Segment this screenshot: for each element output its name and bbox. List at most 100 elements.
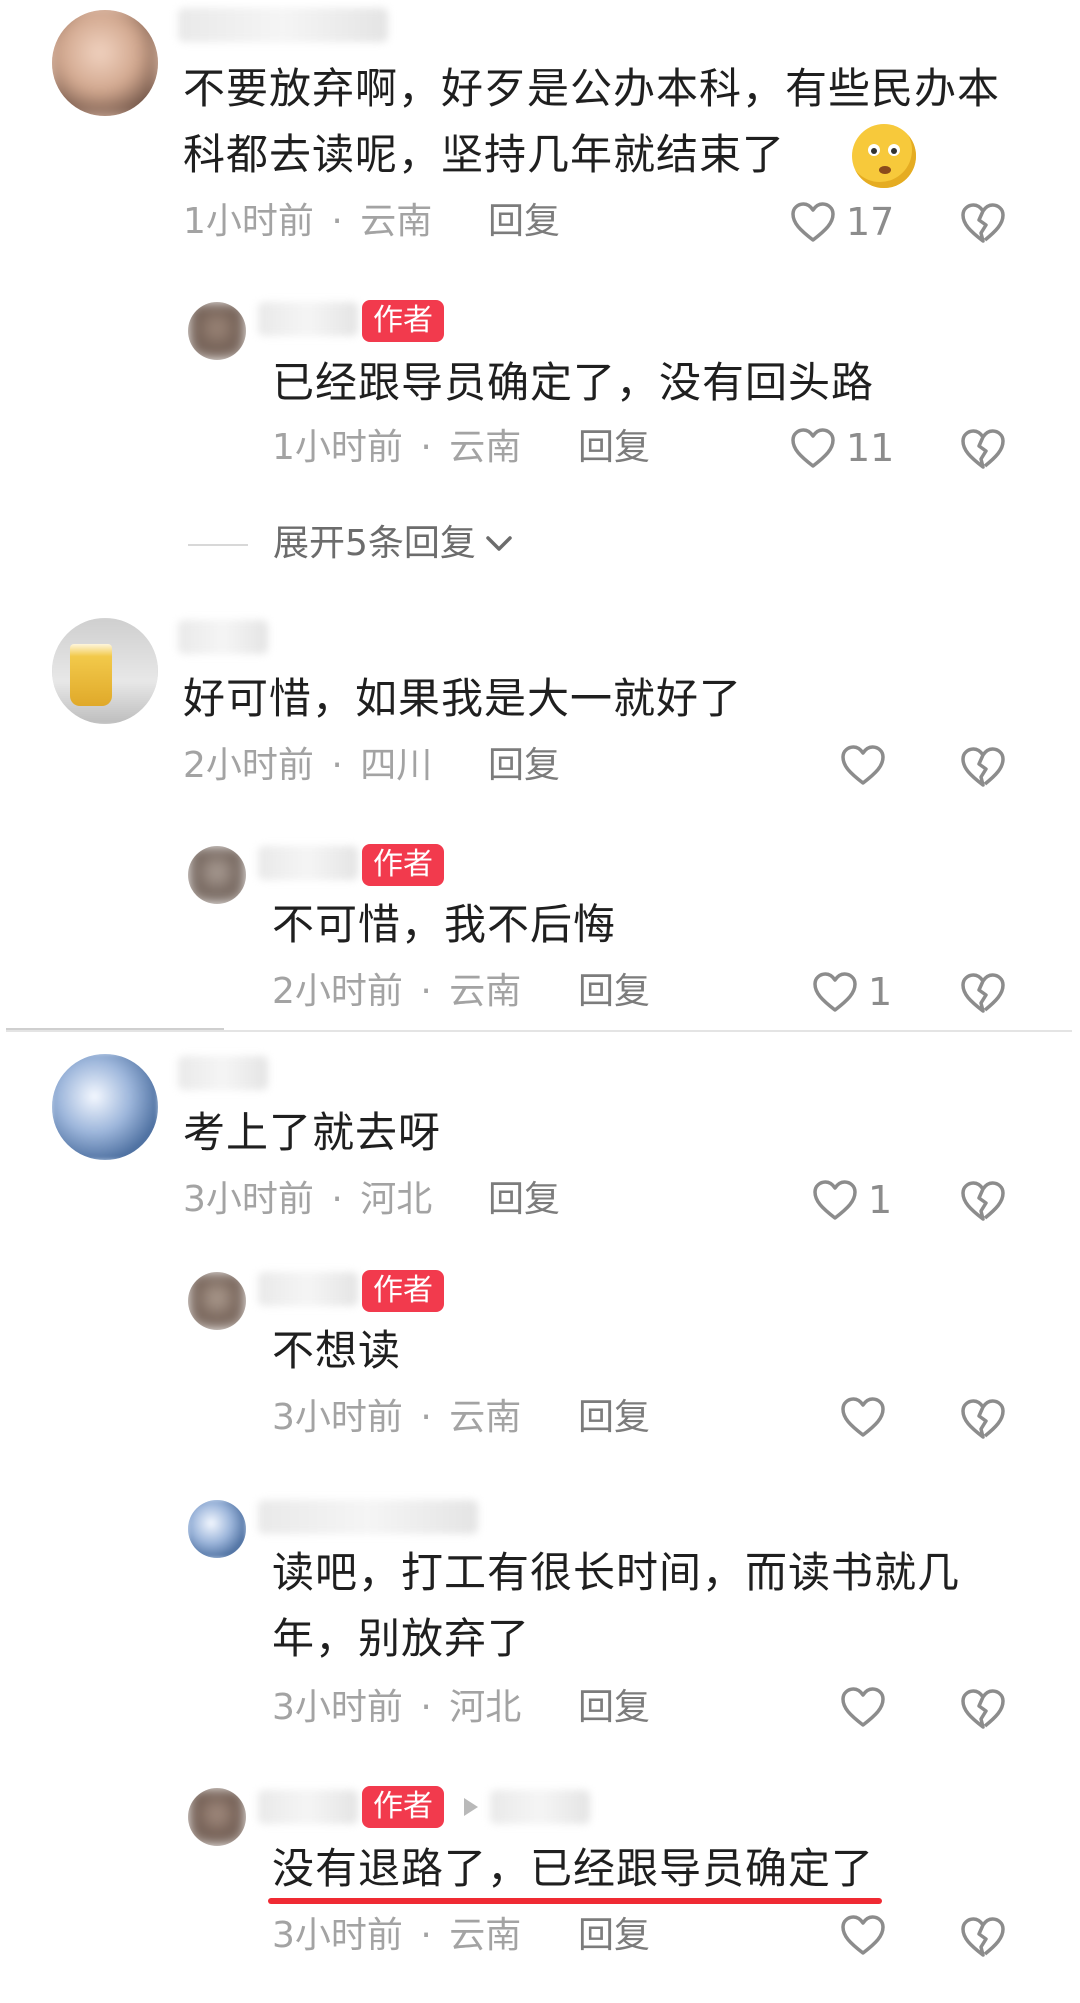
like-button[interactable]: 17 [790, 200, 894, 244]
meta-separator: · [420, 1687, 432, 1728]
username-blurred[interactable] [258, 1272, 358, 1306]
reply-button[interactable]: 回复 [578, 970, 650, 1014]
comment-location: 云南 [449, 1397, 522, 1438]
comment-meta: 1小时前 · 云南 [183, 200, 432, 244]
heart-outline-icon [813, 1180, 857, 1220]
comment-text: 好可惜，如果我是大一就好了 [183, 674, 743, 723]
meta-separator: · [420, 1915, 432, 1956]
meta-separator: · [331, 201, 343, 242]
reply-button[interactable]: 回复 [488, 744, 560, 788]
chevron-down-icon [486, 536, 512, 551]
broken-heart-icon[interactable] [960, 1398, 1006, 1440]
heart-outline-icon [813, 972, 857, 1012]
heart-outline-icon [791, 428, 835, 468]
like-button[interactable]: 11 [790, 426, 894, 470]
comment-meta: 3小时前 · 云南 [272, 1914, 521, 1958]
broken-heart-icon[interactable] [960, 202, 1006, 244]
avatar[interactable] [188, 1788, 246, 1846]
username-blurred[interactable] [258, 846, 358, 880]
username-blurred[interactable] [178, 620, 268, 654]
reply-button[interactable]: 回复 [578, 426, 650, 470]
reply-button[interactable]: 回复 [578, 1396, 650, 1440]
like-button[interactable]: 1 [812, 1178, 892, 1222]
like-button[interactable] [840, 744, 896, 786]
broken-heart-icon[interactable] [960, 1916, 1006, 1958]
comment-time: 3小时前 [272, 1397, 403, 1438]
avatar[interactable] [188, 1272, 246, 1330]
heart-outline-icon [841, 745, 885, 785]
broken-heart-icon[interactable] [960, 1688, 1006, 1730]
avatar[interactable] [188, 1500, 246, 1558]
avatar[interactable] [52, 10, 158, 116]
comment-time: 2小时前 [183, 745, 314, 786]
comment-location: 云南 [360, 201, 433, 242]
broken-heart-icon[interactable] [960, 746, 1006, 788]
username-blurred[interactable] [258, 1790, 358, 1824]
like-count: 1 [868, 970, 893, 1014]
section-divider-accent [6, 1028, 224, 1030]
username-blurred[interactable] [258, 302, 358, 336]
comment-meta: 2小时前 · 四川 [183, 744, 432, 788]
reply-button[interactable]: 回复 [488, 200, 560, 244]
broken-heart-icon[interactable] [960, 972, 1006, 1014]
comment-location: 河北 [360, 1179, 433, 1220]
username-blurred[interactable] [178, 1056, 268, 1090]
broken-heart-icon[interactable] [960, 1180, 1006, 1222]
comment-time: 3小时前 [272, 1915, 403, 1956]
heart-outline-icon [841, 1397, 885, 1437]
comment-text: 已经跟导员确定了，没有回头路 [272, 358, 875, 407]
comment-time: 2小时前 [272, 971, 403, 1012]
comment-location: 云南 [449, 1915, 522, 1956]
meta-separator: · [331, 745, 343, 786]
username-blurred[interactable] [258, 1500, 478, 1534]
username-blurred[interactable] [178, 8, 388, 42]
avatar[interactable] [188, 846, 246, 904]
heart-outline-icon [791, 202, 835, 242]
comment-location: 云南 [449, 427, 522, 468]
reply-arrow-icon [464, 1798, 478, 1816]
expand-replies-button[interactable]: 展开5条回复 [273, 522, 514, 566]
author-badge: 作者 [362, 1786, 444, 1828]
avatar[interactable] [52, 618, 158, 724]
comment-meta: 3小时前 · 河北 [272, 1686, 521, 1730]
author-badge: 作者 [362, 300, 444, 342]
comment-location: 云南 [449, 971, 522, 1012]
broken-heart-icon[interactable] [960, 428, 1006, 470]
like-count: 11 [846, 426, 895, 470]
like-button[interactable]: 1 [812, 970, 892, 1014]
meta-separator: · [420, 427, 432, 468]
reply-target-blurred[interactable] [490, 1790, 590, 1824]
comment-time: 3小时前 [272, 1687, 403, 1728]
comment-text: 没有退路了，已经跟导员确定了 [272, 1844, 875, 1893]
comment-text: 读吧，打工有很长时间，而读书就几年，别放弃了 [272, 1548, 961, 1663]
red-underline [268, 1898, 882, 1904]
expand-replies-label: 展开5条回复 [273, 523, 476, 564]
comment-meta: 3小时前 · 云南 [272, 1396, 521, 1440]
author-badge: 作者 [362, 1270, 444, 1312]
comment-time: 3小时前 [183, 1179, 314, 1220]
like-button[interactable] [840, 1396, 896, 1438]
heart-outline-icon [841, 1915, 885, 1955]
comment-text: 不想读 [272, 1326, 402, 1375]
comment-time: 1小时前 [272, 427, 403, 468]
like-count: 17 [846, 200, 895, 244]
like-button[interactable] [840, 1914, 896, 1956]
like-count: 1 [868, 1178, 893, 1222]
comment-text: 考上了就去呀 [183, 1108, 442, 1157]
reply-button[interactable]: 回复 [578, 1686, 650, 1730]
like-button[interactable] [840, 1686, 896, 1728]
reply-button[interactable]: 回复 [578, 1914, 650, 1958]
comment-location: 河北 [449, 1687, 522, 1728]
avatar[interactable] [52, 1054, 158, 1160]
comment-time: 1小时前 [183, 201, 314, 242]
comment-meta: 2小时前 · 云南 [272, 970, 521, 1014]
thinking-face-emoji [852, 124, 916, 188]
comment-text: 不可惜，我不后悔 [272, 900, 617, 949]
meta-separator: · [420, 1397, 432, 1438]
avatar[interactable] [188, 302, 246, 360]
reply-button[interactable]: 回复 [488, 1178, 560, 1222]
meta-separator: · [420, 971, 432, 1012]
expand-divider-line [188, 544, 248, 546]
comment-meta: 1小时前 · 云南 [272, 426, 521, 470]
author-badge: 作者 [362, 844, 444, 886]
